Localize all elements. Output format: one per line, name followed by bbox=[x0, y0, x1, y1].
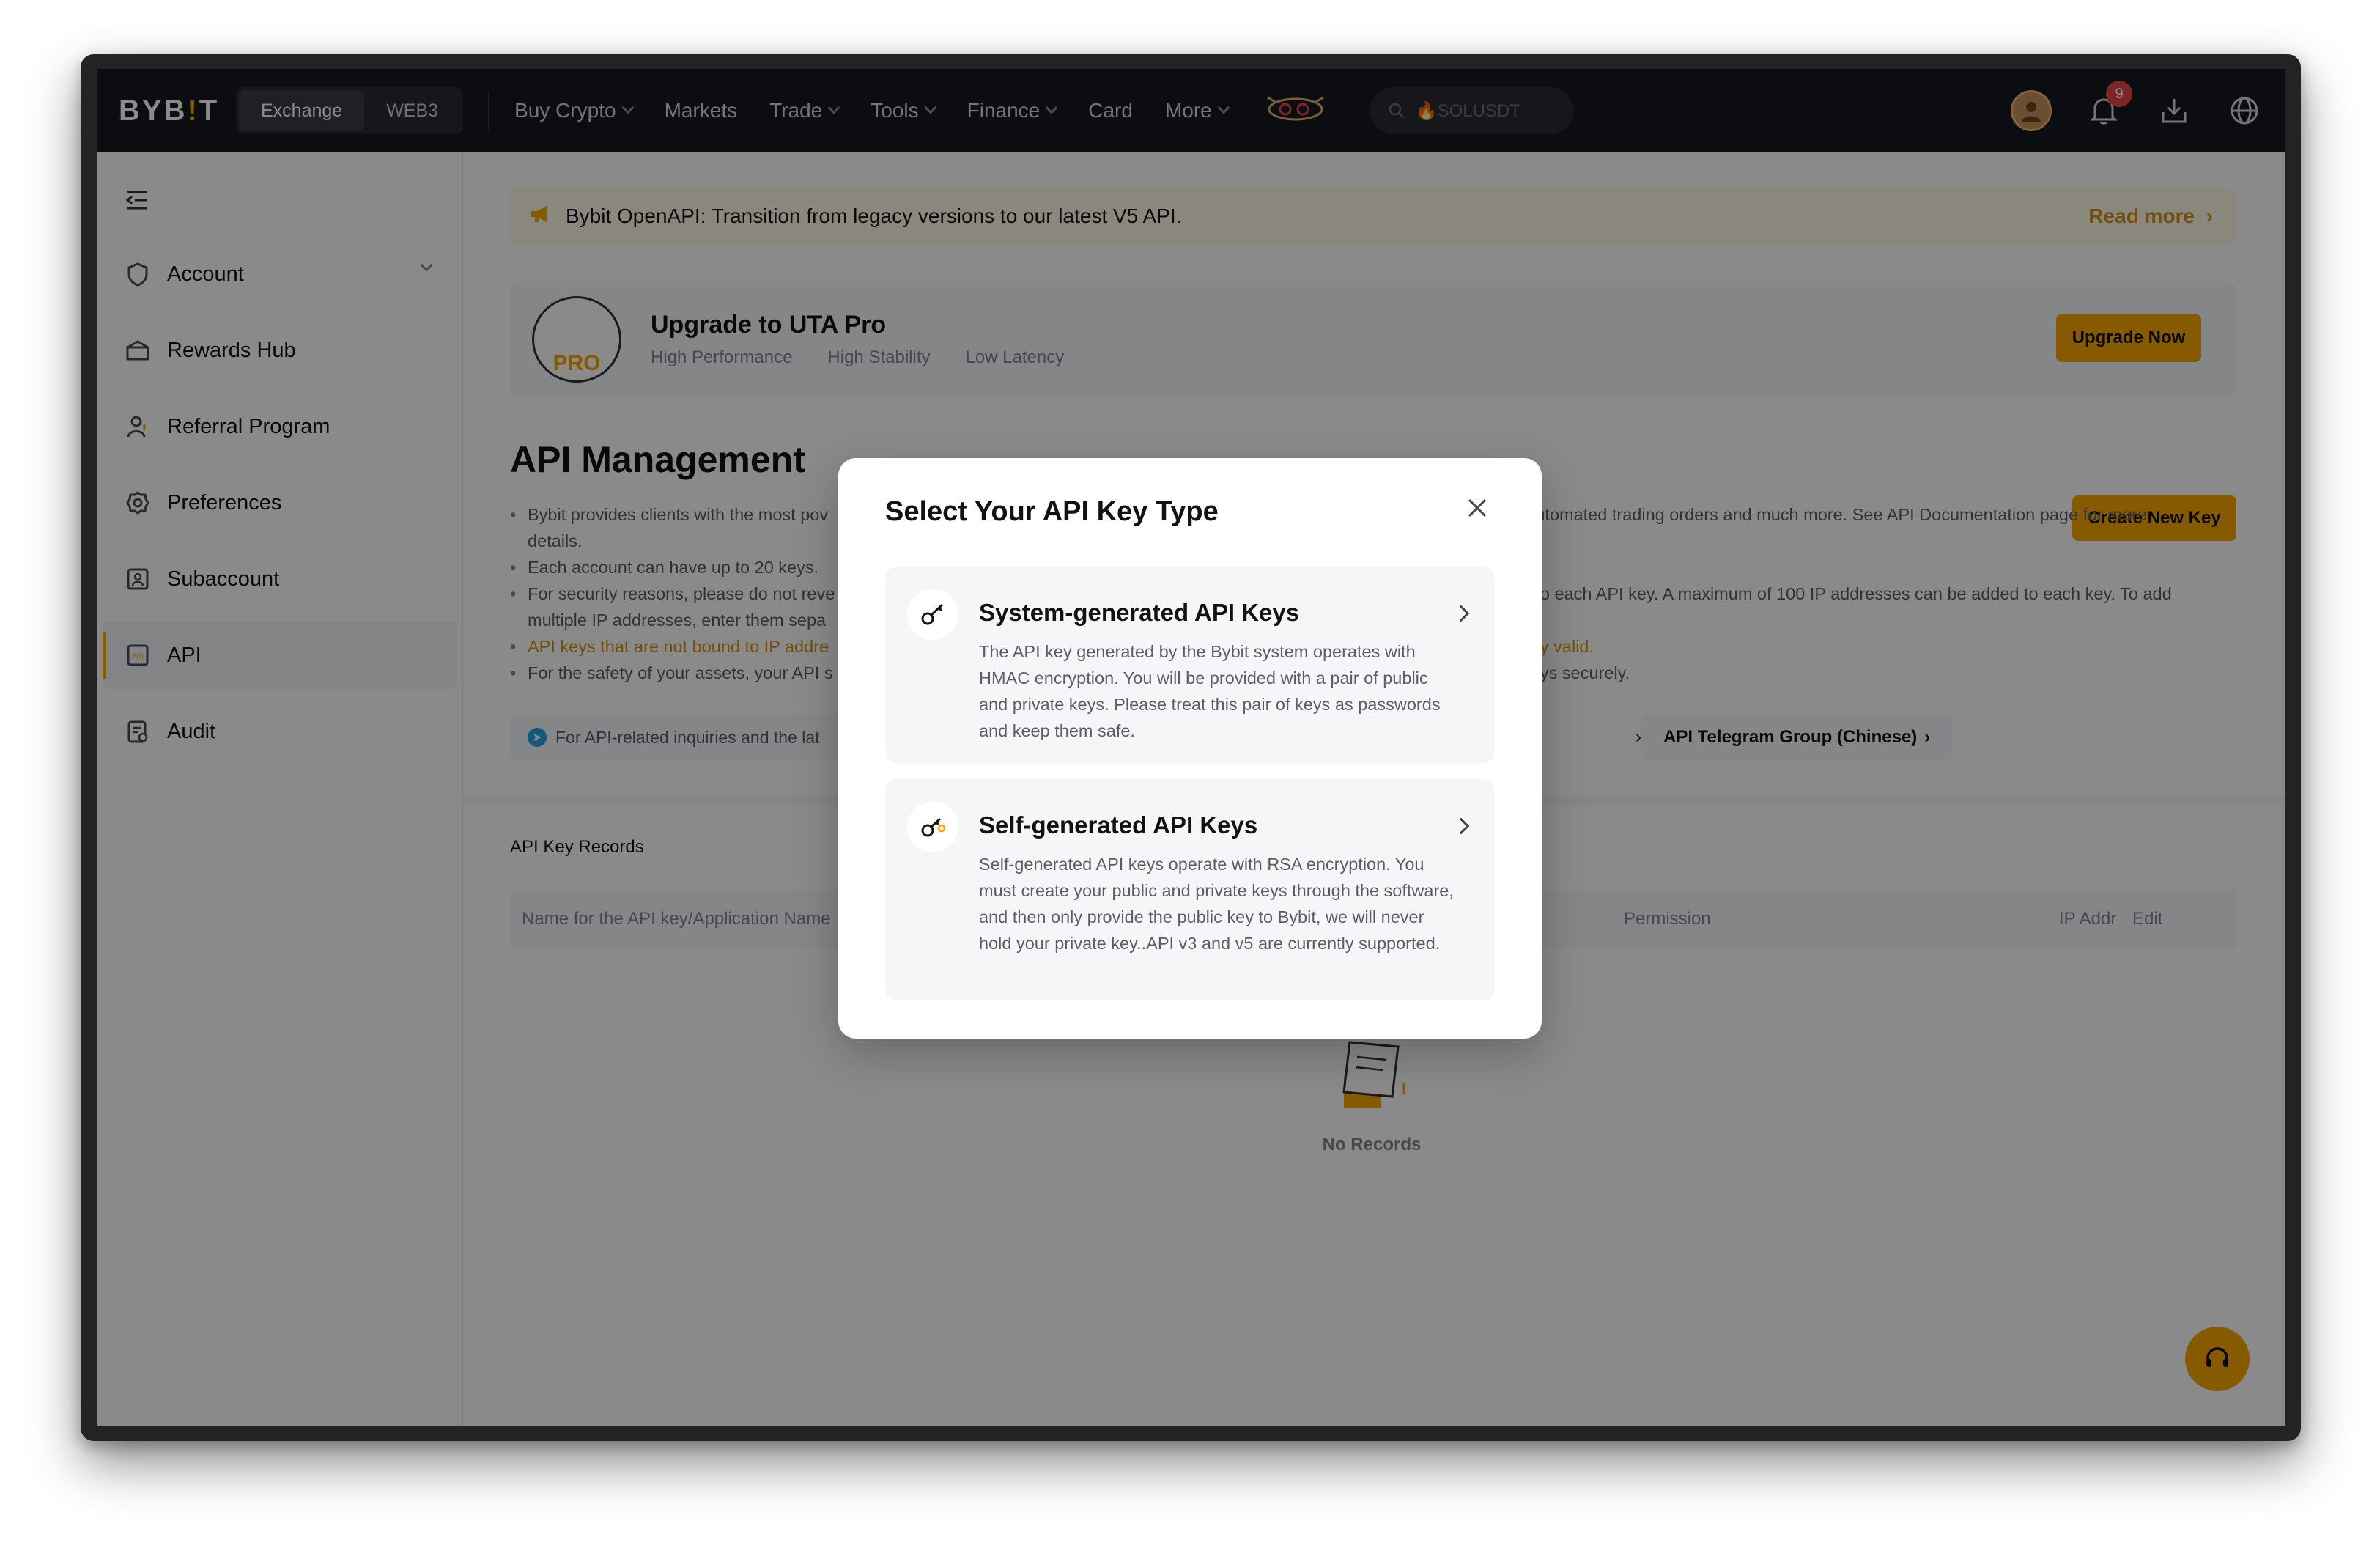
option-system-generated[interactable]: System-generated API Keys The API key ge… bbox=[885, 567, 1495, 763]
chevron-right-icon bbox=[1452, 817, 1470, 835]
option-self-generated[interactable]: Self-generated API Keys Self-generated A… bbox=[885, 779, 1495, 1000]
self-key-icon bbox=[907, 801, 958, 852]
option-title: System-generated API Keys bbox=[979, 599, 1300, 626]
modal-title: Select Your API Key Type bbox=[885, 496, 1219, 527]
close-icon[interactable] bbox=[1464, 496, 1490, 523]
api-key-type-modal: Select Your API Key Type System-generate… bbox=[838, 458, 1542, 1039]
chevron-right-icon bbox=[1452, 605, 1470, 622]
key-icon bbox=[907, 589, 958, 640]
option-description: Self-generated API keys operate with RSA… bbox=[979, 855, 1454, 953]
option-description: The API key generated by the Bybit syste… bbox=[979, 642, 1441, 740]
option-title: Self-generated API Keys bbox=[979, 811, 1258, 838]
